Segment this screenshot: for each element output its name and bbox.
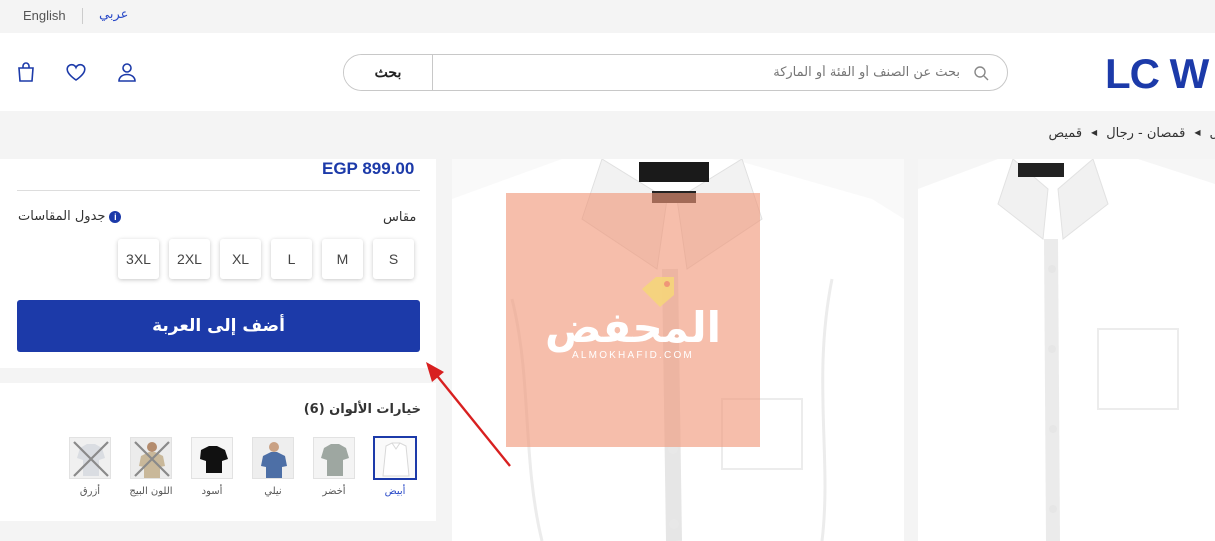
- watermark-overlay: المحفض ALMOKHAFID.COM: [506, 193, 760, 447]
- color-options-title: خيارات الألوان (6): [303, 402, 421, 417]
- color-swatch-beige[interactable]: [130, 437, 172, 479]
- color-options-panel: خيارات الألوان (6) أبيض أخضر نيلي أسود ا…: [0, 383, 436, 521]
- color-swatch-indigo[interactable]: [252, 437, 294, 479]
- language-english-link[interactable]: English: [23, 8, 66, 23]
- size-option-3xl[interactable]: 3XL: [118, 239, 159, 279]
- cart-icon[interactable]: [14, 60, 38, 84]
- size-label: مقاس: [383, 210, 417, 225]
- search-button[interactable]: بحث: [344, 55, 433, 90]
- heart-icon[interactable]: [64, 60, 88, 84]
- product-price: EGP 899.00: [322, 159, 415, 178]
- breadcrumb: ل ◀ قمصان - رجال ◀ قميص: [1048, 126, 1215, 141]
- product-image-secondary[interactable]: [918, 159, 1215, 541]
- language-divider: [82, 8, 83, 24]
- size-option-s[interactable]: S: [373, 239, 414, 279]
- brand-logo[interactable]: LC W: [1105, 50, 1209, 98]
- breadcrumb-band: ل ◀ قمصان - رجال ◀ قميص: [0, 111, 1215, 159]
- breadcrumb-item-current: قميص: [1048, 126, 1083, 141]
- search-bar: بحث: [343, 54, 1008, 91]
- color-swatch-green[interactable]: [313, 437, 355, 479]
- color-label-beige: اللون البيج: [129, 486, 173, 497]
- size-option-2xl[interactable]: 2XL: [169, 239, 210, 279]
- size-chart-link[interactable]: جدول المقاسات i: [18, 209, 122, 224]
- color-label-black: أسود: [201, 486, 223, 497]
- add-to-cart-button[interactable]: أضف إلى العربة: [17, 300, 420, 352]
- color-swatch-black[interactable]: [191, 437, 233, 479]
- breadcrumb-item-category[interactable]: قمصان - رجال: [1106, 126, 1185, 141]
- language-arabic-link[interactable]: عربي: [99, 7, 128, 22]
- search-icon: [973, 65, 989, 81]
- watermark-text: المحفض: [544, 303, 722, 352]
- breadcrumb-arrow-icon: ◀: [1091, 128, 1098, 137]
- breadcrumb-arrow-icon: ◀: [1194, 128, 1201, 137]
- watermark-subtext: ALMOKHAFID.COM: [572, 350, 694, 361]
- color-label-indigo: نيلي: [264, 486, 282, 497]
- size-chart-label: جدول المقاسات: [18, 209, 106, 224]
- size-option-l[interactable]: L: [271, 239, 312, 279]
- user-icon[interactable]: [115, 60, 139, 84]
- search-input[interactable]: [434, 55, 964, 90]
- color-swatch-white[interactable]: [374, 437, 416, 479]
- color-swatch-blue[interactable]: [69, 437, 111, 479]
- language-bar: English عربي: [0, 0, 1215, 33]
- annotation-arrow-icon: [426, 362, 511, 467]
- size-options: 3XL 2XL XL L M S: [118, 239, 414, 279]
- color-label-white: أبيض: [384, 486, 406, 497]
- divider: [17, 190, 420, 191]
- info-icon: i: [109, 210, 122, 223]
- site-header: بحث LC W: [0, 33, 1215, 111]
- size-option-xl[interactable]: XL: [220, 239, 261, 279]
- product-info-panel: EGP 899.00 مقاس جدول المقاسات i 3XL 2XL …: [0, 159, 436, 368]
- color-label-blue: أزرق: [79, 486, 101, 497]
- size-option-m[interactable]: M: [322, 239, 363, 279]
- breadcrumb-item-home[interactable]: ل: [1210, 126, 1215, 141]
- color-label-green: أخضر: [322, 486, 346, 497]
